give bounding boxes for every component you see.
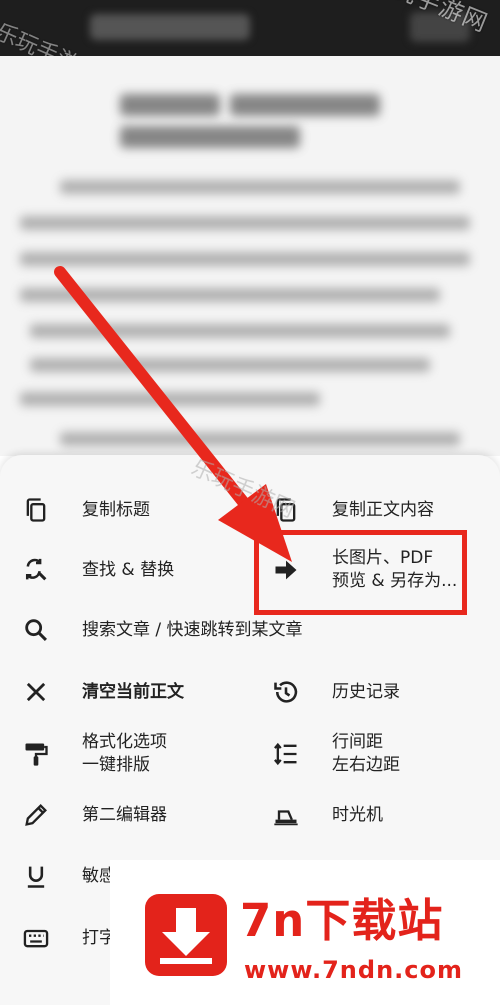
menu-item-history[interactable]: 历史记录: [268, 667, 400, 717]
menu-item-label: 行间距 左右边距: [332, 732, 400, 775]
menu-item-line-spacing[interactable]: 行间距 左右边距: [268, 729, 400, 779]
pencil-icon: [18, 797, 54, 833]
menu-item-label: 第二编辑器: [82, 804, 167, 825]
paint-roller-icon: [18, 736, 54, 772]
document-title-blurred: [90, 14, 250, 40]
menu-item-clear-body[interactable]: 清空当前正文: [18, 667, 184, 717]
menu-item-label: 查找 & 替换: [82, 559, 175, 580]
menu-item-copy-title[interactable]: 复制标题: [18, 485, 150, 535]
time-machine-icon: [268, 797, 304, 833]
menu-item-label: 清空当前正文: [82, 681, 184, 702]
brand-name: 7n下载站: [240, 894, 444, 947]
brand-url: www.7ndn.com: [244, 956, 463, 984]
download-arrow-icon: [160, 908, 212, 964]
menu-item-sensitive[interactable]: 敏感: [18, 851, 116, 901]
underline-icon: [18, 858, 54, 894]
menu-item-time-machine[interactable]: 时光机: [268, 790, 383, 840]
search-icon: [18, 612, 54, 648]
copy-icon: [18, 492, 54, 528]
find-replace-icon: [18, 552, 54, 588]
history-icon: [268, 674, 304, 710]
keyboard-icon: [18, 920, 54, 956]
line-spacing-icon: [268, 736, 304, 772]
menu-item-label: 格式化选项 一键排版: [82, 732, 167, 775]
menu-item-label: 时光机: [332, 804, 383, 825]
menu-item-typing[interactable]: 打字: [18, 913, 116, 963]
close-icon: [18, 674, 54, 710]
menu-item-label: 复制正文内容: [332, 499, 434, 520]
brand-banner: 7n下载站 www.7ndn.com: [110, 860, 500, 1005]
menu-item-format-options[interactable]: 格式化选项 一键排版: [18, 729, 167, 779]
document-body-blurred: [0, 56, 500, 456]
download-logo: [145, 894, 227, 976]
menu-item-find-replace[interactable]: 查找 & 替换: [18, 545, 174, 595]
menu-item-second-editor[interactable]: 第二编辑器: [18, 790, 167, 840]
menu-item-label: 历史记录: [332, 681, 400, 702]
menu-item-label: 搜索文章 / 快速跳转到某文章: [82, 619, 303, 640]
highlight-box: [254, 530, 467, 615]
menu-item-label: 复制标题: [82, 499, 150, 520]
